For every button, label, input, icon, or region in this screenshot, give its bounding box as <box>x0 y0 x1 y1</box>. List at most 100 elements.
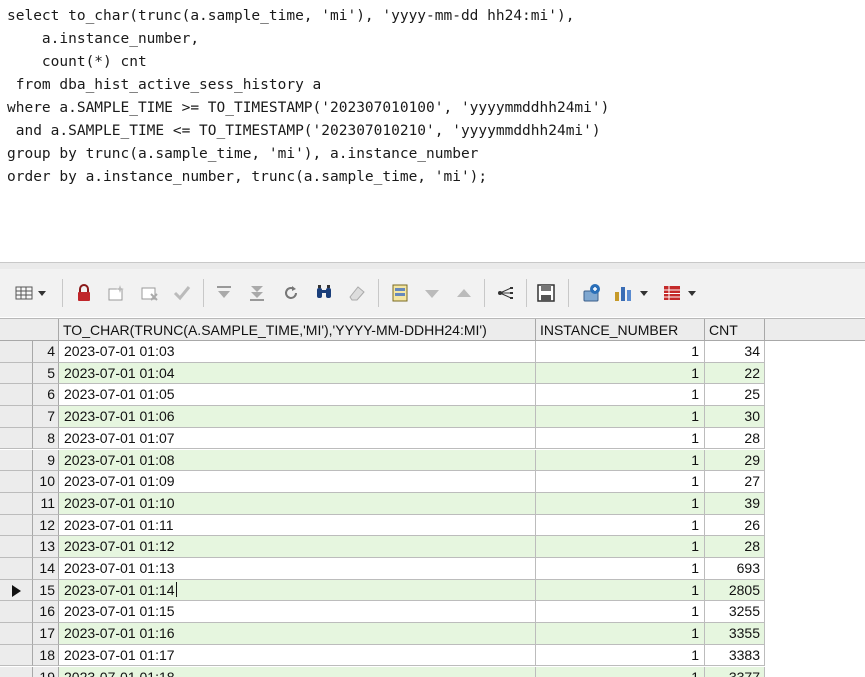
cell-time[interactable]: 2023-07-01 01:04 <box>59 363 536 385</box>
cell-time[interactable]: 2023-07-01 01:10 <box>59 493 536 515</box>
cell-time[interactable]: 2023-07-01 01:14 <box>59 580 536 602</box>
table-row[interactable]: 82023-07-01 01:07128 <box>0 428 865 450</box>
cell-cnt[interactable]: 3383 <box>705 645 765 667</box>
row-indicator[interactable] <box>0 558 33 580</box>
insert-record-icon[interactable] <box>104 281 128 305</box>
table-row[interactable]: 182023-07-01 01:1713383 <box>0 645 865 667</box>
cell-instance-number[interactable]: 1 <box>536 623 705 645</box>
chart-icon[interactable] <box>612 281 636 305</box>
table-row[interactable]: 62023-07-01 01:05125 <box>0 384 865 406</box>
cell-cnt[interactable]: 3377 <box>705 667 765 677</box>
table-row[interactable]: 52023-07-01 01:04122 <box>0 363 865 385</box>
cell-instance-number[interactable]: 1 <box>536 384 705 406</box>
relations-icon[interactable] <box>494 281 518 305</box>
row-indicator[interactable] <box>0 515 33 537</box>
cell-instance-number[interactable]: 1 <box>536 667 705 677</box>
cell-cnt[interactable]: 26 <box>705 515 765 537</box>
cell-instance-number[interactable]: 1 <box>536 363 705 385</box>
cell-time[interactable]: 2023-07-01 01:17 <box>59 645 536 667</box>
cell-cnt[interactable]: 693 <box>705 558 765 580</box>
refresh-icon[interactable] <box>279 281 303 305</box>
cell-cnt[interactable]: 22 <box>705 363 765 385</box>
column-header-time[interactable]: TO_CHAR(TRUNC(A.SAMPLE_TIME,'MI'),'YYYY-… <box>59 319 536 340</box>
row-indicator[interactable] <box>0 667 33 677</box>
delete-record-icon[interactable] <box>138 281 162 305</box>
cell-cnt[interactable]: 25 <box>705 384 765 406</box>
result-grid[interactable]: TO_CHAR(TRUNC(A.SAMPLE_TIME,'MI'),'YYYY-… <box>0 318 865 677</box>
cell-time[interactable]: 2023-07-01 01:15 <box>59 601 536 623</box>
cell-cnt[interactable]: 39 <box>705 493 765 515</box>
cell-cnt[interactable]: 28 <box>705 536 765 558</box>
cell-cnt[interactable]: 28 <box>705 428 765 450</box>
cell-time[interactable]: 2023-07-01 01:13 <box>59 558 536 580</box>
cell-time[interactable]: 2023-07-01 01:18 <box>59 667 536 677</box>
cell-cnt[interactable]: 3355 <box>705 623 765 645</box>
sql-editor[interactable]: select to_char(trunc(a.sample_time, 'mi'… <box>0 0 865 262</box>
row-indicator[interactable] <box>0 471 33 493</box>
cell-time[interactable]: 2023-07-01 01:09 <box>59 471 536 493</box>
cell-time[interactable]: 2023-07-01 01:06 <box>59 406 536 428</box>
row-indicator[interactable] <box>0 450 33 472</box>
save-icon[interactable] <box>534 281 558 305</box>
table-row[interactable]: 72023-07-01 01:06130 <box>0 406 865 428</box>
table-row[interactable]: 192023-07-01 01:1813377 <box>0 667 865 677</box>
table-row[interactable]: 112023-07-01 01:10139 <box>0 493 865 515</box>
row-indicator[interactable] <box>0 493 33 515</box>
query-by-example-icon[interactable] <box>388 281 412 305</box>
cell-instance-number[interactable]: 1 <box>536 406 705 428</box>
cell-cnt[interactable]: 3255 <box>705 601 765 623</box>
table-row[interactable]: 42023-07-01 01:03134 <box>0 341 865 363</box>
export-icon[interactable] <box>580 281 604 305</box>
cell-instance-number[interactable]: 1 <box>536 428 705 450</box>
table-row[interactable]: 142023-07-01 01:131693 <box>0 558 865 580</box>
table-view-icon[interactable] <box>660 281 684 305</box>
first-record-icon[interactable] <box>212 281 236 305</box>
cell-instance-number[interactable]: 1 <box>536 645 705 667</box>
clear-icon[interactable] <box>345 281 369 305</box>
table-row[interactable]: 152023-07-01 01:1412805 <box>0 580 865 602</box>
last-record-icon[interactable] <box>245 281 269 305</box>
row-indicator[interactable] <box>0 406 33 428</box>
grid-options-icon[interactable] <box>12 281 36 305</box>
table-row[interactable]: 172023-07-01 01:1613355 <box>0 623 865 645</box>
cell-instance-number[interactable]: 1 <box>536 515 705 537</box>
row-indicator[interactable] <box>0 580 33 602</box>
cell-instance-number[interactable]: 1 <box>536 580 705 602</box>
sort-asc-icon[interactable] <box>452 281 476 305</box>
cell-cnt[interactable]: 27 <box>705 471 765 493</box>
dropdown-arrow-icon[interactable] <box>34 281 50 305</box>
find-icon[interactable] <box>312 281 336 305</box>
table-row[interactable]: 132023-07-01 01:12128 <box>0 536 865 558</box>
cell-time[interactable]: 2023-07-01 01:12 <box>59 536 536 558</box>
row-indicator[interactable] <box>0 384 33 406</box>
cell-cnt[interactable]: 34 <box>705 341 765 363</box>
dropdown-arrow-icon[interactable] <box>684 281 700 305</box>
dropdown-arrow-icon[interactable] <box>636 281 652 305</box>
cell-time[interactable]: 2023-07-01 01:08 <box>59 450 536 472</box>
row-indicator[interactable] <box>0 428 33 450</box>
cell-time[interactable]: 2023-07-01 01:07 <box>59 428 536 450</box>
cell-instance-number[interactable]: 1 <box>536 536 705 558</box>
cell-instance-number[interactable]: 1 <box>536 471 705 493</box>
column-header-cnt[interactable]: CNT <box>705 319 765 340</box>
cell-cnt[interactable]: 2805 <box>705 580 765 602</box>
table-row[interactable]: 102023-07-01 01:09127 <box>0 471 865 493</box>
cell-cnt[interactable]: 30 <box>705 406 765 428</box>
cell-instance-number[interactable]: 1 <box>536 558 705 580</box>
cell-cnt[interactable]: 29 <box>705 450 765 472</box>
row-indicator[interactable] <box>0 601 33 623</box>
cell-instance-number[interactable]: 1 <box>536 450 705 472</box>
cell-instance-number[interactable]: 1 <box>536 601 705 623</box>
cell-time[interactable]: 2023-07-01 01:03 <box>59 341 536 363</box>
cell-instance-number[interactable]: 1 <box>536 493 705 515</box>
row-indicator[interactable] <box>0 363 33 385</box>
cell-instance-number[interactable]: 1 <box>536 341 705 363</box>
row-indicator[interactable] <box>0 623 33 645</box>
sort-desc-icon[interactable] <box>420 281 444 305</box>
table-row[interactable]: 92023-07-01 01:08129 <box>0 450 865 472</box>
column-header-instance-number[interactable]: INSTANCE_NUMBER <box>536 319 705 340</box>
row-indicator[interactable] <box>0 341 33 363</box>
cell-time[interactable]: 2023-07-01 01:05 <box>59 384 536 406</box>
cell-time[interactable]: 2023-07-01 01:16 <box>59 623 536 645</box>
table-row[interactable]: 162023-07-01 01:1513255 <box>0 601 865 623</box>
